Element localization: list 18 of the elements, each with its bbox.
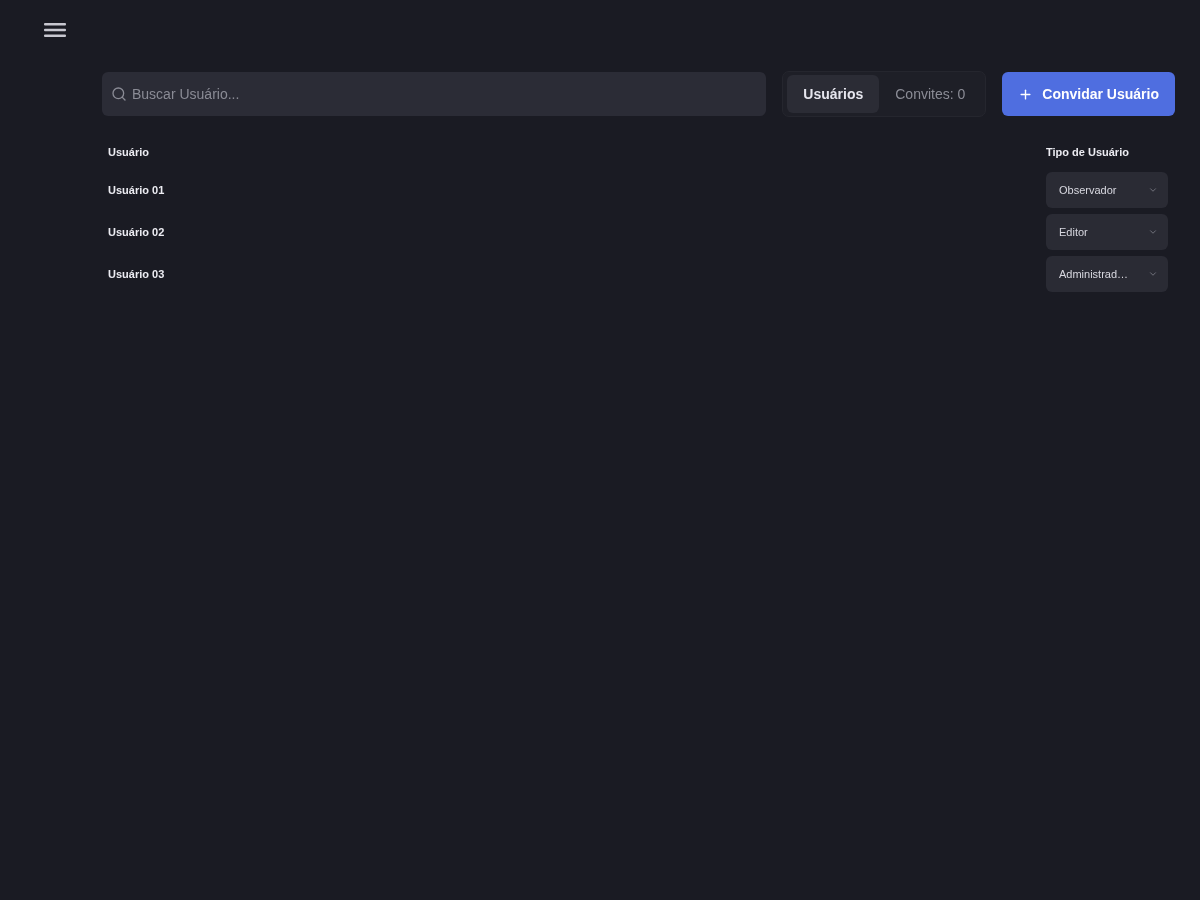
plus-icon [1018, 86, 1034, 102]
chevron-down-icon [1148, 227, 1158, 237]
tab[interactable]: Usuários [787, 75, 880, 113]
search-icon [111, 86, 127, 102]
menu-icon [44, 23, 66, 37]
column-header: Usuário [108, 146, 150, 158]
invite-user-button[interactable]: Convidar Usuário [1002, 72, 1175, 116]
user-type-dropdown[interactable]: Observador [1046, 172, 1168, 208]
user-name-cell-text: Usuário 02 [108, 226, 166, 238]
tab[interactable]: Convites: 0 [879, 75, 982, 113]
chevron-down-icon [1148, 269, 1158, 279]
user-name-cell-text: Usuário 01 [108, 184, 166, 196]
user-name-cell-text: Usuário 03 [108, 268, 166, 280]
column-header: Tipo de Usuário [1046, 146, 1130, 158]
user-type-dropdown[interactable]: Editor [1046, 214, 1168, 250]
chevron-down-icon [1148, 185, 1158, 195]
search-field[interactable]: Buscar Usuário... [102, 72, 767, 116]
user-type-dropdown[interactable]: Administrad… [1046, 256, 1168, 292]
